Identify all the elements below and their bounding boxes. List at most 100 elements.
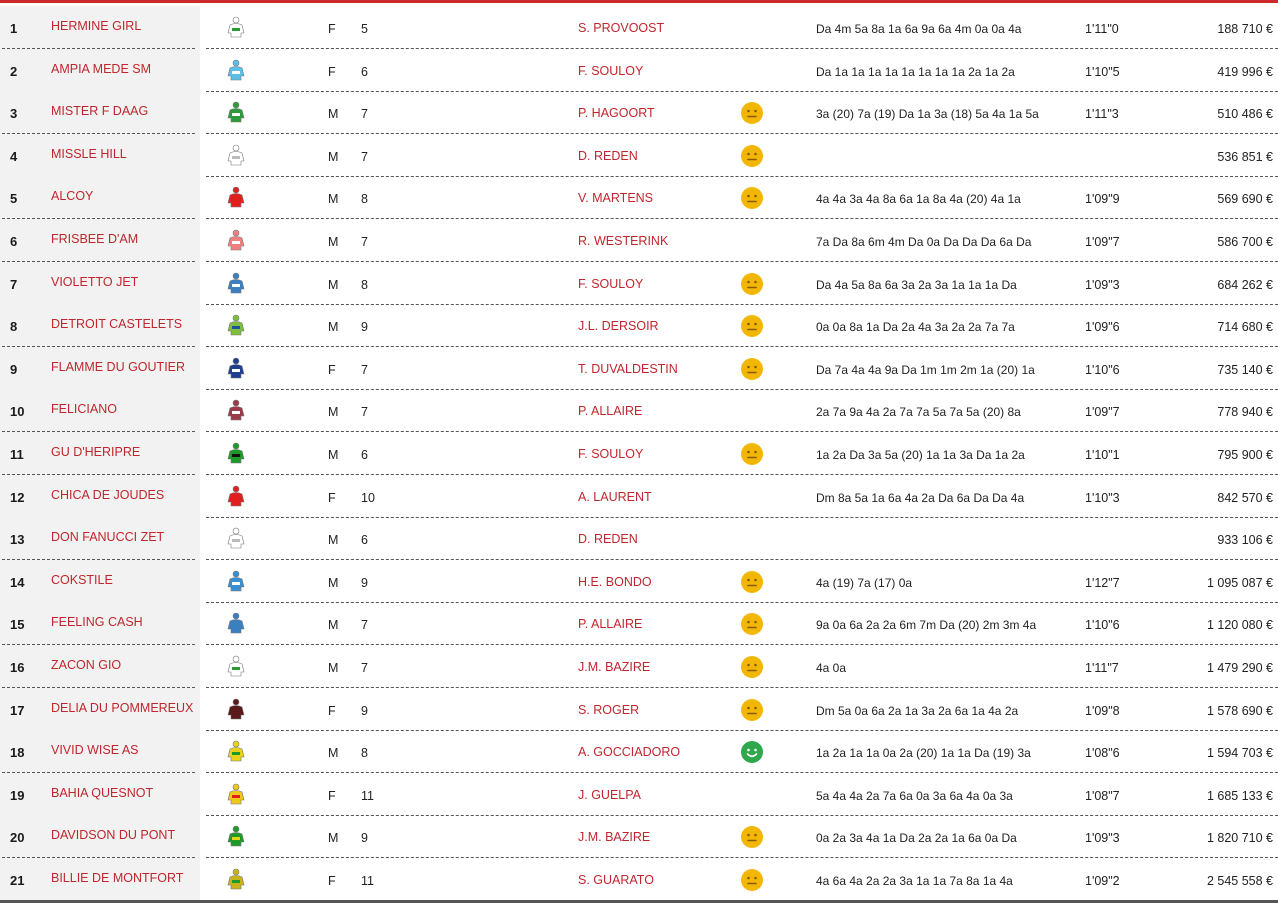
driver-name-link[interactable]: A. GOCCIADORO [578, 745, 680, 759]
table-row[interactable]: 20 DAVIDSON DU PONT M 9 J.M. BAZIRE 0a 2a 3a … [0, 815, 1278, 859]
table-row[interactable]: 17 DELIA DU POMMEREUX F 9 S. ROGER Dm 5a 0a 6… [0, 687, 1278, 731]
runner-number: 13 [10, 532, 25, 548]
horse-sex: M [328, 746, 339, 761]
jockey-silk-green-yellow-stripes-icon [227, 314, 245, 336]
table-row[interactable]: 11 GU D'HERIPRE M 6 F. SOULOY 1a 2a Da 3a 5a … [0, 431, 1278, 475]
best-time-record: 1'10"5 [1085, 64, 1120, 79]
career-earnings: 1 594 703 € [1206, 746, 1273, 761]
horse-name-link[interactable]: VIVID WISE AS [51, 743, 139, 757]
number-name-cell-background [0, 176, 200, 219]
horse-name-link[interactable]: AMPIA MEDE SM [51, 62, 151, 76]
horse-name-link[interactable]: MISSLE HILL [51, 147, 127, 161]
horse-name-link[interactable]: DETROIT CASTELETS [51, 317, 182, 331]
runner-number: 6 [10, 233, 18, 249]
horse-name-link[interactable]: ZACON GIO [51, 658, 121, 672]
driver-name-link[interactable]: D. REDEN [578, 532, 638, 546]
driver-name-link[interactable]: F. SOULOY [578, 64, 643, 78]
table-row[interactable]: 1 HERMINE GIRL F 5 S. PROVOOST Da 4m 5a 8a 1a… [0, 6, 1278, 49]
table-row[interactable]: 19 BAHIA QUESNOT F 11 J. GUELPA 5a 4a 4a 2a 7… [0, 772, 1278, 816]
career-earnings: 1 685 133 € [1206, 788, 1273, 803]
horse-age: 7 [361, 618, 368, 633]
driver-name-link[interactable]: F. SOULOY [578, 447, 643, 461]
table-row[interactable]: 4 MISSLE HILL M 7 D. REDEN 536 851 € [0, 133, 1278, 177]
runner-number: 19 [10, 787, 25, 803]
neutral-face-icon [740, 272, 764, 296]
horse-age: 11 [361, 873, 374, 888]
driver-name-link[interactable]: V. MARTENS [578, 191, 653, 205]
horse-name-link[interactable]: HERMINE GIRL [51, 19, 141, 33]
table-row[interactable]: 14 COKSTILE M 9 H.E. BONDO 4a (19) 7a (17) 0a… [0, 559, 1278, 603]
driver-name-link[interactable]: J.M. BAZIRE [578, 830, 650, 844]
horse-sex: M [328, 405, 339, 420]
driver-name-link[interactable]: S. ROGER [578, 703, 639, 717]
horse-name-link[interactable]: VIOLETTO JET [51, 275, 138, 289]
driver-name-link[interactable]: F. SOULOY [578, 277, 643, 291]
horse-name-link[interactable]: DELIA DU POMMEREUX [51, 701, 193, 715]
horse-name-link[interactable]: DON FANUCCI ZET [51, 530, 164, 544]
driver-name-link[interactable]: S. GUARATO [578, 873, 654, 887]
horse-name-link[interactable]: COKSTILE [51, 573, 113, 587]
horse-name-link[interactable]: BAHIA QUESNOT [51, 786, 153, 800]
horse-name-link[interactable]: ALCOY [51, 189, 93, 203]
driver-name-link[interactable]: D. REDEN [578, 149, 638, 163]
horse-sex: M [328, 149, 339, 164]
horse-sex: M [328, 533, 339, 548]
table-row[interactable]: 6 FRISBEE D'AM M 7 R. WESTERINK 7a Da 8a 6m 4… [0, 218, 1278, 262]
table-row[interactable]: 8 DETROIT CASTELETS M 9 J.L. DERSOIR 0a 0a 8a… [0, 304, 1278, 348]
horse-name-link[interactable]: GU D'HERIPRE [51, 445, 140, 459]
horse-name-link[interactable]: BILLIE DE MONTFORT [51, 871, 183, 885]
table-row[interactable]: 2 AMPIA MEDE SM F 6 F. SOULOY Da 1a 1a 1a 1a … [0, 48, 1278, 92]
horse-age: 7 [361, 234, 368, 249]
horse-age: 11 [361, 788, 374, 803]
career-earnings: 510 486 € [1217, 107, 1273, 122]
horse-name-link[interactable]: FLAMME DU GOUTIER [51, 360, 185, 374]
driver-name-link[interactable]: A. LAURENT [578, 490, 652, 504]
horse-age: 6 [361, 533, 368, 548]
horse-name-link[interactable]: FEELING CASH [51, 615, 143, 629]
recent-form: 4a 4a 3a 4a 8a 6a 1a 8a 4a (20) 4a 1a [816, 192, 1021, 207]
table-row[interactable]: 10 FELICIANO M 7 P. ALLAIRE 2a 7a 9a 4a 2a 7a… [0, 389, 1278, 433]
driver-name-link[interactable]: H.E. BONDO [578, 575, 652, 589]
driver-name-link[interactable]: J.L. DERSOIR [578, 319, 659, 333]
recent-form: 4a 6a 4a 2a 2a 3a 1a 1a 7a 8a 1a 4a [816, 873, 1013, 888]
horse-name-link[interactable]: CHICA DE JOUDES [51, 488, 164, 502]
best-time-record: 1'10"6 [1085, 618, 1120, 633]
driver-name-link[interactable]: P. ALLAIRE [578, 617, 642, 631]
career-earnings: 2 545 558 € [1206, 873, 1273, 888]
horse-sex: F [328, 788, 336, 803]
driver-name-link[interactable]: R. WESTERINK [578, 234, 668, 248]
table-row[interactable]: 9 FLAMME DU GOUTIER F 7 T. DUVALDESTIN Da 7a … [0, 346, 1278, 390]
driver-name-link[interactable]: J. GUELPA [578, 788, 641, 802]
table-row[interactable]: 3 MISTER F DAAG M 7 P. HAGOORT 3a (20) 7a (19… [0, 91, 1278, 135]
jockey-silk-red-icon [227, 186, 245, 208]
horse-name-link[interactable]: FRISBEE D'AM [51, 232, 138, 246]
recent-form: 5a 4a 4a 2a 7a 6a 0a 3a 6a 4a 0a 3a [816, 788, 1013, 803]
neutral-face-icon [740, 825, 764, 849]
best-time-record: 1'11"7 [1085, 660, 1119, 675]
driver-name-link[interactable]: P. ALLAIRE [578, 404, 642, 418]
table-row[interactable]: 15 FEELING CASH M 7 P. ALLAIRE 9a 0a 6a 2a 2a… [0, 602, 1278, 646]
horse-age: 7 [361, 149, 368, 164]
horse-sex: F [328, 873, 336, 888]
table-row[interactable]: 12 CHICA DE JOUDES F 10 A. LAURENT Dm 8a 5a 1… [0, 474, 1278, 518]
table-row[interactable]: 18 VIVID WISE AS M 8 A. GOCCIADORO 1a 2a 1a 1… [0, 730, 1278, 774]
horse-name-link[interactable]: DAVIDSON DU PONT [51, 828, 175, 842]
best-time-record: 1'10"1 [1085, 447, 1120, 462]
table-row[interactable]: 21 BILLIE DE MONTFORT F 11 S. GUARATO 4a 6a 4… [0, 857, 1278, 901]
career-earnings: 569 690 € [1217, 192, 1273, 207]
table-row[interactable]: 13 DON FANUCCI ZET M 6 D. REDEN 933 106 € [0, 517, 1278, 561]
driver-name-link[interactable]: S. PROVOOST [578, 21, 664, 35]
horse-sex: M [328, 192, 339, 207]
driver-name-link[interactable]: T. DUVALDESTIN [578, 362, 678, 376]
horse-age: 7 [361, 660, 368, 675]
career-earnings: 735 140 € [1217, 362, 1273, 377]
horse-name-link[interactable]: FELICIANO [51, 402, 117, 416]
jockey-silk-white-green-icon [227, 655, 245, 677]
horse-name-link[interactable]: MISTER F DAAG [51, 104, 148, 118]
table-row[interactable]: 16 ZACON GIO M 7 J.M. BAZIRE 4a 0a 1'11"7 1 479… [0, 644, 1278, 688]
driver-name-link[interactable]: P. HAGOORT [578, 106, 655, 120]
runner-number: 4 [10, 148, 18, 164]
driver-name-link[interactable]: J.M. BAZIRE [578, 660, 650, 674]
table-row[interactable]: 5 ALCOY M 8 V. MARTENS 4a 4a 3a 4a 8a 6a 1a 8… [0, 176, 1278, 220]
table-row[interactable]: 7 VIOLETTO JET M 8 F. SOULOY Da 4a 5a 8a 6a 3… [0, 261, 1278, 305]
